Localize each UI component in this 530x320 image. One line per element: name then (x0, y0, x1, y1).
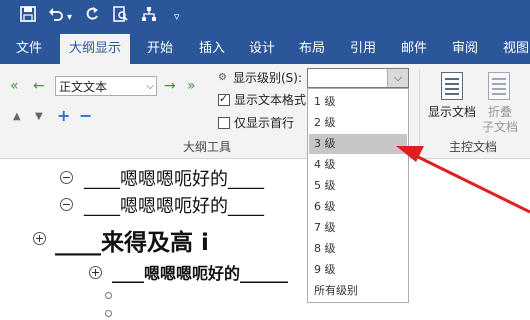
annotation-arrow-icon (396, 146, 530, 214)
